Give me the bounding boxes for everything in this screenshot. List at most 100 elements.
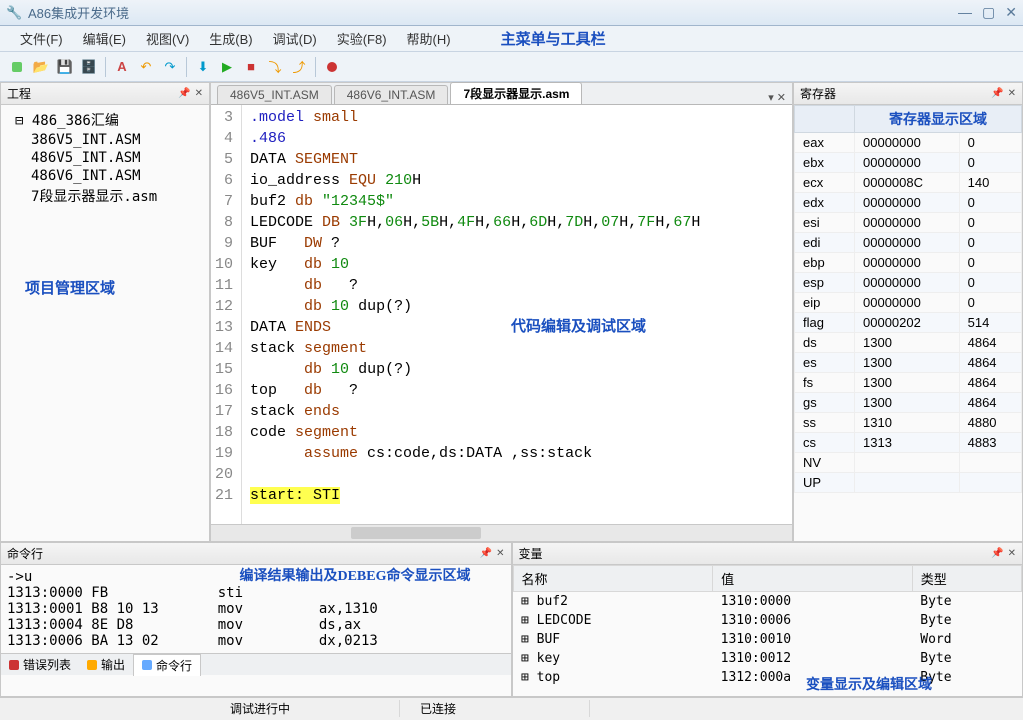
register-row[interactable]: NV <box>795 453 1022 473</box>
new-file-button[interactable] <box>6 56 28 78</box>
register-row[interactable]: UP <box>795 473 1022 493</box>
variables-label: 变量显示及编辑区域 <box>806 674 932 694</box>
font-button[interactable]: A <box>111 56 133 78</box>
project-file[interactable]: 7段显示器显示.asm <box>5 185 205 207</box>
menu-item[interactable]: 生成(B) <box>199 26 262 51</box>
code-editor[interactable]: 3456789101112131415161718192021 .model s… <box>211 105 792 524</box>
project-root: ⊟ 486_386汇编 <box>5 109 205 131</box>
register-row[interactable]: flag00000202514 <box>795 313 1022 333</box>
register-row[interactable]: ebx000000000 <box>795 153 1022 173</box>
pin-icon[interactable]: 📌 <box>991 88 1003 99</box>
pin-icon[interactable]: 📌 <box>178 88 190 99</box>
tab-dropdown-icon[interactable]: ▾ <box>768 92 774 104</box>
save-all-button[interactable]: 🗄️ <box>78 56 100 78</box>
register-row[interactable]: edi000000000 <box>795 233 1022 253</box>
variable-row[interactable]: ⊞ key1310:0012Byte <box>513 649 1022 668</box>
toolbar: 📂 💾 🗄️ A ↶ ↷ ⬇ ▶ ■ ⤵ ⤴ <box>0 52 1023 82</box>
var-col: 值 <box>713 566 913 592</box>
editor-tab[interactable]: 7段显示器显示.asm <box>450 82 582 104</box>
register-row[interactable]: ebp000000000 <box>795 253 1022 273</box>
step-over-button[interactable]: ⤴ <box>288 56 310 78</box>
code-label: 代码编辑及调试区域 <box>511 315 646 336</box>
close-icon[interactable]: ✕ <box>1008 548 1016 559</box>
project-panel: 工程 📌 ✕ ⊟ 486_386汇编 386V5_INT.ASM486V5_INT… <box>0 82 210 542</box>
undo-button[interactable]: ↶ <box>135 56 157 78</box>
main-area: 工程 📌✕ ⊟ 486_386汇编 386V5_INT.ASM486V5_INT… <box>0 82 1023 542</box>
project-panel-title: 工程 <box>7 85 178 102</box>
menu-item[interactable]: 实验(F8) <box>327 26 397 51</box>
register-row[interactable]: eax000000000 <box>795 133 1022 153</box>
editor-area: 486V5_INT.ASM486V6_INT.ASM7段显示器显示.asm ▾ … <box>210 82 793 542</box>
project-label: 项目管理区域 <box>25 277 205 298</box>
close-button[interactable]: ✕ <box>1005 4 1017 21</box>
close-icon[interactable]: ✕ <box>1008 88 1016 99</box>
menu-item[interactable]: 编辑(E) <box>73 26 136 51</box>
close-icon[interactable]: ✕ <box>496 548 504 559</box>
app-title: A86集成开发环境 <box>28 3 958 22</box>
register-row[interactable]: ecx0000008C140 <box>795 173 1022 193</box>
editor-hscroll[interactable] <box>211 524 792 541</box>
command-title: 命令行 <box>7 545 480 562</box>
close-icon[interactable]: ✕ <box>195 88 203 99</box>
record-button[interactable] <box>321 56 343 78</box>
open-button[interactable]: 📂 <box>30 56 52 78</box>
command-panel: 命令行 📌 ✕ 编译结果输出及DEBEG命令显示区域 ->u 1313:0000 … <box>0 542 512 697</box>
register-row[interactable]: edx000000000 <box>795 193 1022 213</box>
menu-item[interactable]: 调试(D) <box>263 26 327 51</box>
tab-close-icon[interactable]: ✕ <box>777 92 786 104</box>
registers-title: 寄存器 <box>800 85 991 102</box>
var-col: 名称 <box>513 566 713 592</box>
project-tree[interactable]: ⊟ 486_386汇编 386V5_INT.ASM486V5_INT.ASM48… <box>1 105 209 302</box>
registers-table[interactable]: 寄存器显示区域 eax000000000ebx000000000ecx00000… <box>794 105 1022 541</box>
editor-tab[interactable]: 486V5_INT.ASM <box>217 85 332 104</box>
variable-row[interactable]: ⊞ buf21310:0000Byte <box>513 592 1022 612</box>
minimize-button[interactable]: — <box>958 4 972 21</box>
app-icon: 🔧 <box>6 5 22 21</box>
register-row[interactable]: cs13134883 <box>795 433 1022 453</box>
maximize-button[interactable]: ▢ <box>982 4 995 21</box>
status-bar: 调试进行中 已连接 <box>0 697 1023 718</box>
command-label: 编译结果输出及DEBEG命令显示区域 <box>239 565 470 585</box>
variable-row[interactable]: ⊞ top1312:000aByte <box>513 668 1022 687</box>
variables-table[interactable]: 名称值类型⊞ buf21310:0000Byte⊞ LEDCODE1310:00… <box>513 565 1023 696</box>
register-row[interactable]: eip000000000 <box>795 293 1022 313</box>
pin-icon[interactable]: 📌 <box>480 548 492 559</box>
bottom-area: 命令行 📌 ✕ 编译结果输出及DEBEG命令显示区域 ->u 1313:0000 … <box>0 542 1023 697</box>
registers-panel: 寄存器 📌 ✕ 寄存器显示区域 eax000000000ebx000000000e… <box>793 82 1023 542</box>
menu-item[interactable]: 文件(F) <box>10 26 73 51</box>
register-row[interactable]: ds13004864 <box>795 333 1022 353</box>
register-row[interactable]: ss13104880 <box>795 413 1022 433</box>
register-row[interactable]: gs13004864 <box>795 393 1022 413</box>
build-button[interactable]: ⬇ <box>192 56 214 78</box>
stop-button[interactable]: ■ <box>240 56 262 78</box>
variable-row[interactable]: ⊞ LEDCODE1310:0006Byte <box>513 611 1022 630</box>
redo-button[interactable]: ↷ <box>159 56 181 78</box>
variable-row[interactable]: ⊞ BUF1310:0010Word <box>513 630 1022 649</box>
menu-label: 主菜单与工具栏 <box>501 28 606 49</box>
step-into-button[interactable]: ⤵ <box>264 56 286 78</box>
var-col: 类型 <box>912 566 1021 592</box>
project-file[interactable]: 486V5_INT.ASM <box>5 149 205 167</box>
save-button[interactable]: 💾 <box>54 56 76 78</box>
variables-panel: 变量 📌 ✕ 名称值类型⊞ buf21310:0000Byte⊞ LEDCODE1… <box>512 542 1023 697</box>
register-row[interactable]: es13004864 <box>795 353 1022 373</box>
bottom-tab[interactable]: 错误列表 <box>1 654 79 675</box>
project-file[interactable]: 386V5_INT.ASM <box>5 131 205 149</box>
variables-title: 变量 <box>519 545 992 562</box>
bottom-tab[interactable]: 命令行 <box>133 654 201 676</box>
register-row[interactable]: fs13004864 <box>795 373 1022 393</box>
editor-tab[interactable]: 486V6_INT.ASM <box>334 85 449 104</box>
status-debug: 调试进行中 <box>210 700 400 717</box>
bottom-tab[interactable]: 输出 <box>79 654 133 675</box>
titlebar: 🔧 A86集成开发环境 — ▢ ✕ <box>0 0 1023 26</box>
pin-icon[interactable]: 📌 <box>991 548 1003 559</box>
register-row[interactable]: esi000000000 <box>795 213 1022 233</box>
register-row[interactable]: esp000000000 <box>795 273 1022 293</box>
run-button[interactable]: ▶ <box>216 56 238 78</box>
command-output[interactable]: 编译结果输出及DEBEG命令显示区域 ->u 1313:0000 FB sti … <box>1 565 511 653</box>
menu-item[interactable]: 视图(V) <box>136 26 199 51</box>
menu-item[interactable]: 帮助(H) <box>397 26 461 51</box>
project-file[interactable]: 486V6_INT.ASM <box>5 167 205 185</box>
status-connect: 已连接 <box>400 700 590 717</box>
editor-tabs: 486V5_INT.ASM486V6_INT.ASM7段显示器显示.asm ▾ … <box>211 83 792 105</box>
